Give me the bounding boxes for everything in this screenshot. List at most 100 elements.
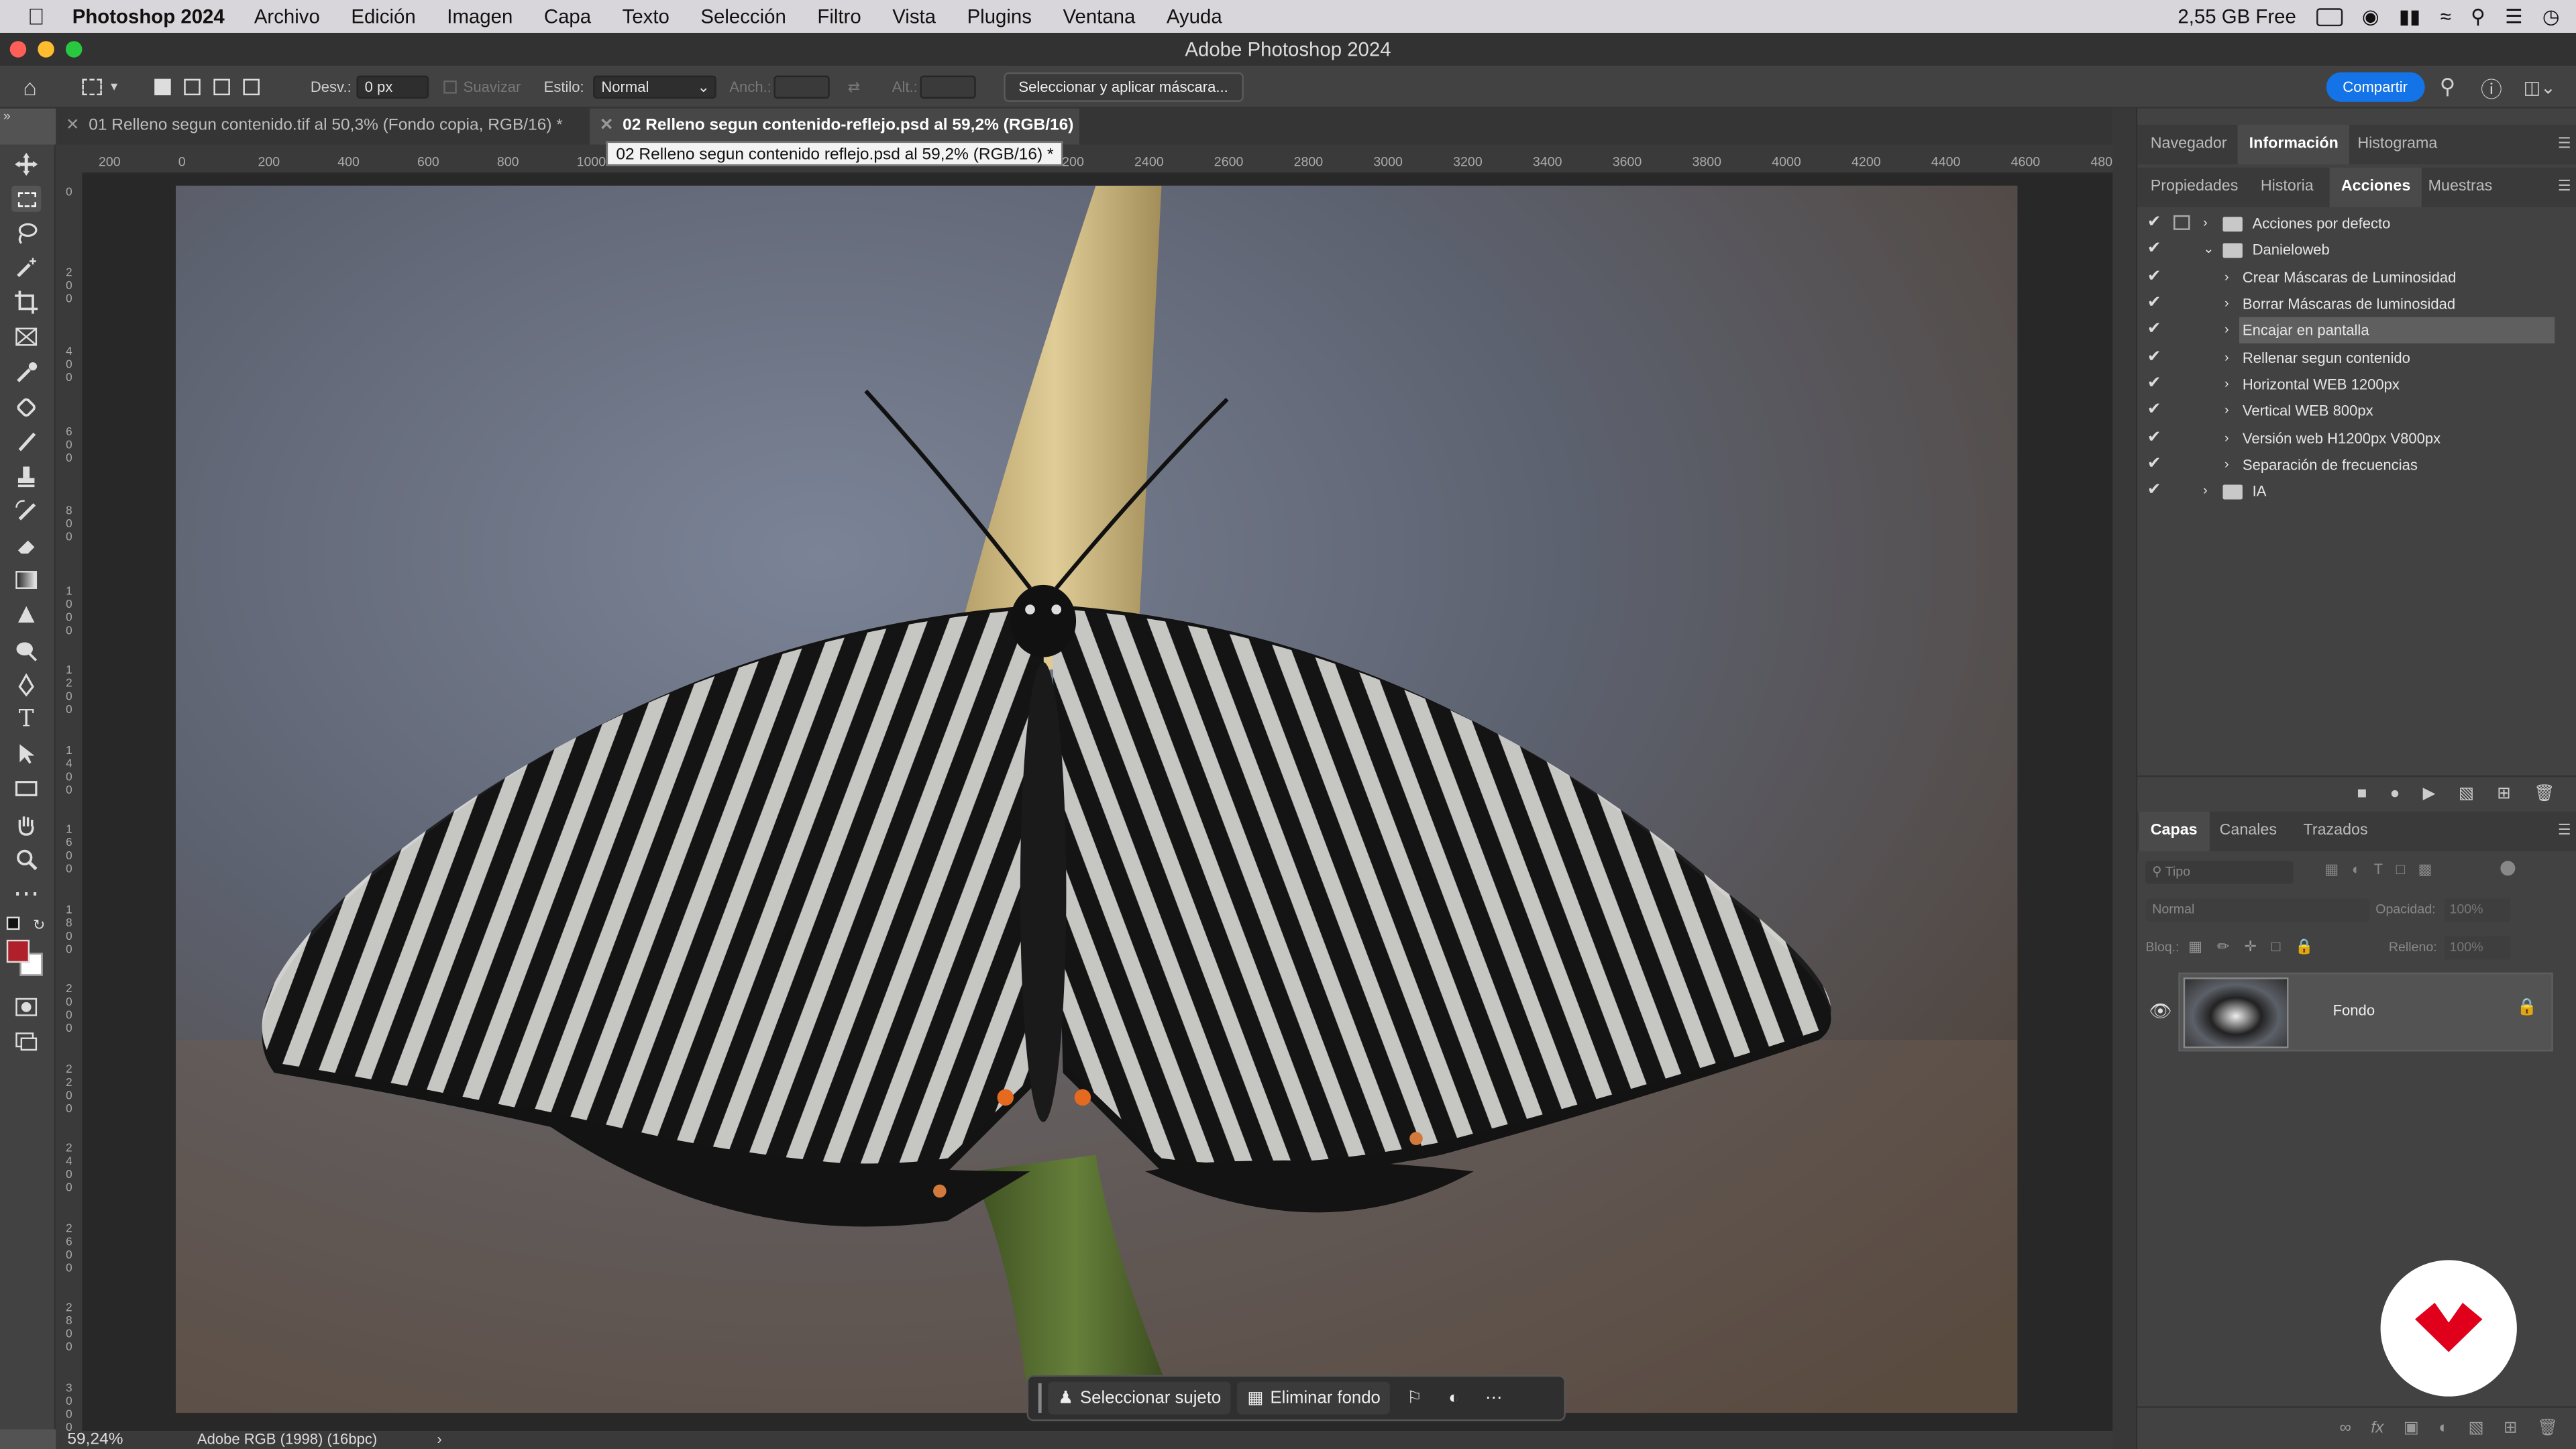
creative-cloud-icon[interactable]: ◉ bbox=[2362, 5, 2379, 28]
width-input[interactable] bbox=[773, 75, 830, 99]
chevron-right-icon[interactable]: › bbox=[2203, 478, 2208, 504]
dodge-tool-icon[interactable] bbox=[11, 637, 41, 663]
chevron-down-icon[interactable]: ⌄ bbox=[2203, 237, 2214, 263]
toggle-check-icon[interactable]: ✔ bbox=[2147, 398, 2161, 424]
add-selection-icon[interactable] bbox=[184, 78, 201, 96]
swap-icon[interactable]: ⇄ bbox=[848, 66, 860, 109]
wifi-icon[interactable]: ≈ bbox=[2440, 5, 2451, 28]
link-layers-icon[interactable]: ∞ bbox=[2339, 1419, 2351, 1438]
new-group-icon[interactable]: ▧ bbox=[2469, 1419, 2484, 1438]
zoom-tool-icon[interactable] bbox=[11, 846, 41, 872]
tab-propiedades[interactable]: Propiedades bbox=[2139, 168, 2250, 207]
action-item[interactable]: ✔ › Borrar Máscaras de luminosidad bbox=[2137, 290, 2561, 317]
clone-stamp-tool-icon[interactable] bbox=[11, 464, 41, 490]
transform-icon[interactable]: ⚐ bbox=[1397, 1382, 1432, 1415]
hand-tool-icon[interactable] bbox=[11, 812, 41, 838]
menu-edicion[interactable]: Edición bbox=[351, 5, 415, 28]
toggle-check-icon[interactable]: ✔ bbox=[2147, 317, 2161, 343]
minimize-window-button[interactable] bbox=[38, 41, 54, 58]
stop-icon[interactable]: ■ bbox=[2357, 786, 2367, 804]
zoom-window-button[interactable] bbox=[65, 41, 83, 58]
fx-icon[interactable]: fx bbox=[2371, 1419, 2383, 1438]
panel-menu-icon[interactable]: ☰ bbox=[2558, 177, 2571, 195]
close-tab-icon[interactable]: ✕ bbox=[600, 109, 614, 145]
toggle-check-icon[interactable]: ✔ bbox=[2147, 290, 2161, 317]
adjustment-icon[interactable]: ◐ bbox=[1439, 1382, 1469, 1415]
antialias-checkbox[interactable]: Suavizar bbox=[443, 66, 521, 109]
action-item[interactable]: ✔ › Horizontal WEB 1200px bbox=[2137, 371, 2561, 397]
menu-ayuda[interactable]: Ayuda bbox=[1167, 5, 1222, 28]
spot-healing-tool-icon[interactable] bbox=[11, 394, 41, 421]
action-item[interactable]: ✔ › Rellenar segun contenido bbox=[2137, 345, 2561, 371]
action-set[interactable]: ✔ › Acciones por defecto bbox=[2137, 210, 2561, 236]
filter-toggle-icon[interactable] bbox=[2500, 861, 2516, 876]
select-mask-button[interactable]: Seleccionar y aplicar máscara... bbox=[1004, 72, 1243, 102]
zoom-level[interactable]: 59,24% bbox=[67, 1431, 123, 1449]
expand-tools-icon[interactable]: » bbox=[3, 109, 11, 123]
help-icon[interactable]: ⓘ bbox=[2481, 66, 2502, 109]
chevron-right-icon[interactable]: › bbox=[2203, 210, 2208, 236]
chevron-right-icon[interactable]: › bbox=[2224, 264, 2229, 290]
style-select[interactable]: Normal ⌄ bbox=[593, 75, 716, 99]
action-item[interactable]: ✔ › Separación de frecuencias bbox=[2137, 451, 2561, 478]
magic-wand-tool-icon[interactable] bbox=[11, 255, 41, 281]
toggle-check-icon[interactable]: ✔ bbox=[2147, 237, 2161, 263]
eraser-tool-icon[interactable] bbox=[11, 532, 41, 558]
rectangle-tool-icon[interactable] bbox=[11, 775, 41, 802]
history-brush-tool-icon[interactable] bbox=[11, 498, 41, 524]
toggle-check-icon[interactable]: ✔ bbox=[2147, 451, 2161, 478]
toggle-check-icon[interactable]: ✔ bbox=[2147, 425, 2161, 451]
chevron-right-icon[interactable]: › bbox=[2224, 345, 2229, 371]
control-center-icon[interactable]: ☰ bbox=[2505, 5, 2522, 28]
horizontal-ruler[interactable]: 2000200400600800100012001400160018002000… bbox=[82, 144, 2113, 174]
more-tools-icon[interactable]: ⋯ bbox=[11, 881, 41, 909]
lock-icon[interactable]: 🔒 bbox=[2517, 999, 2537, 1017]
chevron-right-icon[interactable]: › bbox=[2224, 398, 2229, 424]
more-options-icon[interactable]: ⋯ bbox=[1475, 1382, 1512, 1415]
chevron-right-icon[interactable]: › bbox=[2224, 425, 2229, 451]
toggle-check-icon[interactable]: ✔ bbox=[2147, 345, 2161, 371]
pen-tool-icon[interactable] bbox=[11, 672, 41, 698]
toggle-check-icon[interactable]: ✔ bbox=[2147, 210, 2161, 236]
panel-menu-icon[interactable]: ☰ bbox=[2558, 135, 2571, 153]
eyedropper-tool-icon[interactable] bbox=[11, 360, 41, 386]
new-layer-icon[interactable]: ⊞ bbox=[2504, 1419, 2518, 1438]
tab-muestras[interactable]: Muestras bbox=[2416, 168, 2504, 207]
trash-icon[interactable]: 🗑 bbox=[2534, 786, 2555, 804]
tab-trazados[interactable]: Trazados bbox=[2292, 812, 2379, 851]
spotlight-icon[interactable]: ⚲ bbox=[2471, 5, 2485, 28]
battery-icon[interactable]: ▮▮ bbox=[2399, 5, 2420, 28]
action-set[interactable]: ✔ ⌄ Danieloweb bbox=[2137, 237, 2561, 263]
tab-historia[interactable]: Historia bbox=[2249, 168, 2325, 207]
tab-histograma[interactable]: Histograma bbox=[2346, 125, 2449, 164]
feather-input[interactable]: 0 px bbox=[356, 75, 429, 99]
action-item[interactable]: ✔ › Crear Máscaras de Luminosidad bbox=[2137, 264, 2561, 290]
opacity-input[interactable]: 100% bbox=[2445, 898, 2511, 922]
move-tool-icon[interactable] bbox=[11, 151, 41, 177]
action-item[interactable]: ✔ › Versión web H1200px V800px bbox=[2137, 425, 2561, 451]
intersect-selection-icon[interactable] bbox=[243, 78, 260, 96]
lasso-tool-icon[interactable] bbox=[11, 220, 41, 246]
new-action-icon[interactable]: ⊞ bbox=[2497, 786, 2511, 804]
select-subject-button[interactable]: ♟ Seleccionar sujeto bbox=[1048, 1381, 1231, 1415]
new-set-folder-icon[interactable]: ▧ bbox=[2459, 786, 2474, 804]
path-selection-tool-icon[interactable] bbox=[11, 741, 41, 767]
menu-imagen[interactable]: Imagen bbox=[447, 5, 513, 28]
record-icon[interactable]: ● bbox=[2390, 786, 2400, 804]
panel-menu-icon[interactable]: ☰ bbox=[2558, 822, 2571, 840]
workspace-icon[interactable]: ◫⌄ bbox=[2524, 66, 2556, 109]
menu-ventana[interactable]: Ventana bbox=[1063, 5, 1136, 28]
menu-capa[interactable]: Capa bbox=[544, 5, 591, 28]
status-menu-chevron-icon[interactable]: › bbox=[437, 1431, 441, 1447]
adjustment-layer-icon[interactable]: ◐ bbox=[2438, 1419, 2449, 1438]
image-canvas[interactable] bbox=[176, 185, 2018, 1413]
home-icon[interactable]: ⌂ bbox=[23, 66, 37, 109]
action-set[interactable]: ✔ › IA bbox=[2137, 478, 2561, 504]
crop-tool-icon[interactable] bbox=[11, 289, 41, 315]
blur-tool-icon[interactable] bbox=[11, 603, 41, 629]
add-mask-icon[interactable]: ▣ bbox=[2404, 1419, 2419, 1438]
toggle-check-icon[interactable]: ✔ bbox=[2147, 264, 2161, 290]
menu-filtro[interactable]: Filtro bbox=[817, 5, 861, 28]
toggle-check-icon[interactable]: ✔ bbox=[2147, 478, 2161, 504]
search-icon[interactable]: ⚲ bbox=[2440, 66, 2455, 109]
